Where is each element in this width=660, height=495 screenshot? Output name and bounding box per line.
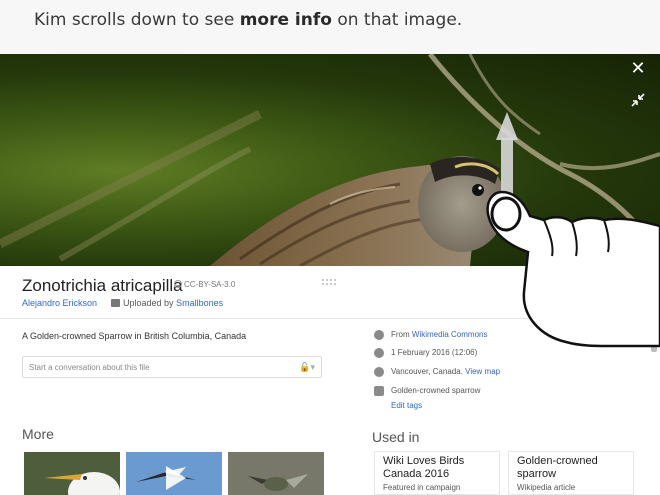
conversation-input[interactable]: Start a conversation about this file 🔓▾ <box>22 356 322 378</box>
edit-tags-link[interactable]: Edit tags <box>391 401 422 410</box>
used-in-heading: Used in <box>372 429 420 445</box>
more-thumbnail-hummingbird[interactable] <box>228 452 324 495</box>
meta-location: Vancouver, Canada. View map <box>374 367 500 377</box>
used-in-card[interactable]: Golden-crowned sparrow Wikipedia article <box>508 451 634 495</box>
lock-icon: 🔓▾ <box>299 362 315 372</box>
meta-tags: Golden-crowned sparrow <box>374 386 480 396</box>
license-badge[interactable]: CC-BY-SA-3.0 <box>174 280 235 289</box>
close-button[interactable]: ✕ <box>630 58 646 78</box>
swipe-hand-icon <box>486 190 660 348</box>
cc-license-icon <box>174 280 182 288</box>
drag-handle-icon[interactable] <box>322 279 336 287</box>
meta-source: From Wikimedia Commons <box>374 330 488 340</box>
more-heading: More <box>22 426 54 442</box>
used-in-card-title: Wiki Loves Birds Canada 2016 <box>383 455 465 480</box>
file-description: A Golden-crowned Sparrow in British Colu… <box>22 331 247 341</box>
exit-fullscreen-button[interactable] <box>630 92 646 108</box>
upload-icon <box>111 299 120 307</box>
source-icon <box>374 330 384 340</box>
caption-text-after: on that image. <box>331 10 463 30</box>
uploaded-by: Uploaded by Smallbones <box>111 298 223 308</box>
edit-tags: Edit tags <box>374 401 422 410</box>
media-viewer: Kim scrolls down to see more info on tha… <box>0 0 660 495</box>
caption-text-before: Kim scrolls down to see <box>34 10 240 30</box>
location-pin-icon <box>374 367 384 377</box>
meta-date: 1 February 2016 (12:06) <box>374 348 477 358</box>
more-thumbnail-egret[interactable] <box>24 452 120 495</box>
collapse-icon <box>631 93 645 107</box>
file-title: Zonotrichia atricapilla <box>22 276 183 295</box>
source-link[interactable]: Wikimedia Commons <box>412 330 488 339</box>
caption-text-bold: more info <box>239 10 332 30</box>
uploader-link[interactable]: Smallbones <box>176 298 223 308</box>
clock-icon <box>374 348 384 358</box>
used-in-card-title: Golden-crowned sparrow <box>517 455 598 480</box>
used-in-card-subtitle: Wikipedia article <box>517 483 576 492</box>
more-thumbnail-video[interactable] <box>126 452 222 495</box>
tutorial-caption: Kim scrolls down to see more info on tha… <box>0 0 660 54</box>
tag-icon <box>374 386 384 396</box>
used-in-card[interactable]: Wiki Loves Birds Canada 2016 Featured in… <box>374 451 500 495</box>
close-icon: ✕ <box>630 58 646 78</box>
used-in-card-subtitle: Featured in campaign <box>383 483 461 492</box>
author-link[interactable]: Alejandro Erickson <box>22 298 97 308</box>
